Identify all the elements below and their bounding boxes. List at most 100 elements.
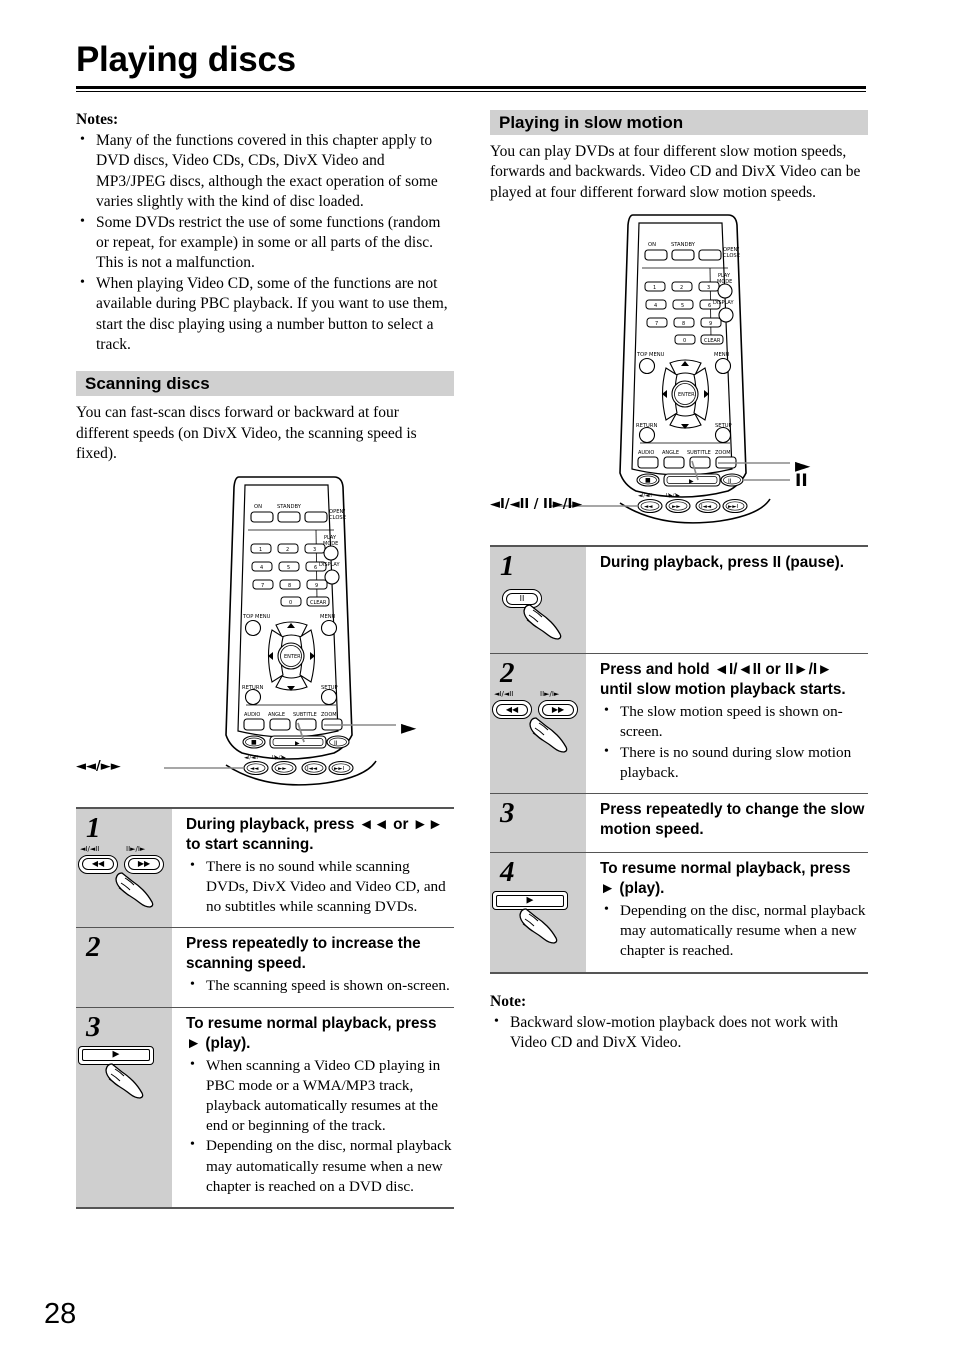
svg-text:■: ■ <box>251 739 257 746</box>
step-body: Press and hold ◄I/◄II or II►/I► until sl… <box>586 654 868 793</box>
step-body: To resume normal playback, press ► (play… <box>172 1008 454 1207</box>
step-bullets: The slow motion speed is shown on-screen… <box>600 701 866 783</box>
step-bullets: The scanning speed is shown on-screen. <box>186 975 452 996</box>
svg-text:CLEAR: CLEAR <box>310 600 327 606</box>
notes-label: Notes: <box>76 111 119 128</box>
scan-back-button-icon: ◀◀ <box>78 854 118 874</box>
section-heading-scanning-discs: Scanning discs <box>76 371 454 397</box>
svg-text:II: II <box>728 478 732 485</box>
scan-back-button-icon: ◀◀ <box>492 700 532 720</box>
scan-forward-button-icon: ▶▶ <box>124 854 164 874</box>
svg-text:AUDIO: AUDIO <box>244 712 260 718</box>
step-number: 3 <box>86 1010 101 1043</box>
svg-text:II▶/I▶: II▶/I▶ <box>272 755 286 761</box>
svg-text:MENU: MENU <box>714 352 730 358</box>
step-number-cell: 1 ◄I/◄II II►/I► ◀◀ ▶▶ <box>76 808 172 928</box>
svg-text:DISPLAY: DISPLAY <box>319 562 340 568</box>
step-bullets: When scanning a Video CD playing in PBC … <box>186 1055 452 1197</box>
svg-text:MODE: MODE <box>717 279 732 285</box>
note-item: Many of the functions covered in this ch… <box>76 130 454 213</box>
svg-text:TOP MENU: TOP MENU <box>242 614 271 620</box>
svg-text:8: 8 <box>288 583 291 589</box>
step-heading: During playback, press ◄◄ or ►► to start… <box>186 815 443 853</box>
step-heading: To resume normal playback, press ► (play… <box>186 1014 437 1052</box>
note-item: Some DVDs restrict the use of some funct… <box>76 212 454 274</box>
step-bullet: When scanning a Video CD playing in PBC … <box>186 1055 452 1137</box>
step-number: 1 <box>86 811 101 844</box>
svg-text:DISPLAY: DISPLAY <box>713 300 734 306</box>
svg-text:SUBTITLE: SUBTITLE <box>293 712 317 718</box>
section-intro-scanning: You can fast-scan discs forward or backw… <box>76 404 417 463</box>
page-number: 28 <box>44 1298 77 1330</box>
svg-text:CLOSE: CLOSE <box>329 515 346 521</box>
svg-text:◄I/◄II: ◄I/◄II <box>638 493 652 499</box>
svg-text:ZOOM: ZOOM <box>321 712 337 718</box>
step-bullets: There is no sound while scanning DVDs, D… <box>186 856 452 918</box>
right-column: Playing in slow motion You can play DVDs… <box>490 110 868 1053</box>
svg-text:ANGLE: ANGLE <box>662 450 679 456</box>
step-row: 4 ▶ To resume normal playback, press ► (… <box>490 853 868 972</box>
scan-forward-button-icon: ▶▶ <box>538 700 578 720</box>
svg-text:ZOOM: ZOOM <box>715 450 731 456</box>
svg-text:►►: ►► <box>672 504 681 510</box>
step-bullet: There is no sound during slow motion pla… <box>600 742 866 783</box>
step-number: 2 <box>86 931 101 964</box>
pointing-hand-icon <box>115 872 154 908</box>
steps-table-scanning: 1 ◄I/◄II II►/I► ◀◀ ▶▶ During playback, p… <box>76 806 454 1209</box>
step-number: 4 <box>500 856 515 889</box>
svg-text:5: 5 <box>287 565 290 571</box>
svg-text:3: 3 <box>707 285 710 291</box>
svg-text:SUBTITLE: SUBTITLE <box>687 450 711 456</box>
pointing-hand-icon <box>105 1062 144 1099</box>
svg-text:8: 8 <box>682 321 685 327</box>
svg-text:2: 2 <box>286 547 289 553</box>
svg-text:1: 1 <box>653 285 656 291</box>
step-row: 3 Press repeatedly to change the slow mo… <box>490 794 868 854</box>
svg-text:2: 2 <box>680 285 683 291</box>
svg-text:I◄◄: I◄◄ <box>701 504 712 510</box>
svg-text:◄◄: ◄◄ <box>250 766 259 772</box>
svg-text:◄I/◄II: ◄I/◄II <box>244 755 258 761</box>
step-bullet: There is no sound while scanning DVDs, D… <box>186 856 452 918</box>
step-number: 2 <box>500 657 515 690</box>
section-heading-playing-slow-motion: Playing in slow motion <box>490 110 868 135</box>
slow-motion-buttons-callout: ◄I/◄II / II►/I► <box>490 497 583 513</box>
play-button-icon: ▶ <box>78 1045 154 1065</box>
remote-illustration-slow-motion: ON STANDBY OPEN/ CLOSE 1 2 3 4 5 6 7 8 9… <box>490 203 868 533</box>
step-heading: To resume normal playback, press ► (play… <box>600 860 851 898</box>
svg-text:ENTER: ENTER <box>284 654 301 660</box>
svg-text:II: II <box>334 740 338 747</box>
remote-control-svg: ON STANDBY OPEN/ CLOSE 1 2 3 4 5 6 7 8 9… <box>550 214 790 524</box>
scan-back-mini-label: ◄I/◄II <box>80 844 100 853</box>
step-number-cell: 4 ▶ <box>490 853 586 972</box>
svg-text:▶: ▶ <box>295 740 300 747</box>
svg-text:6: 6 <box>314 565 317 571</box>
play-button-callout: ► <box>401 714 417 739</box>
step-body: To resume normal playback, press ► (play… <box>586 853 868 972</box>
step-heading: Press repeatedly to increase the scannin… <box>186 935 421 973</box>
pause-button-callout: II <box>795 471 808 492</box>
step-row: 3 ▶ To resume normal playback, press ► (… <box>76 1007 454 1207</box>
svg-text:STANDBY: STANDBY <box>277 504 302 510</box>
step-heading: Press and hold ◄I/◄II or II►/I► until sl… <box>600 661 846 699</box>
step-body: Press repeatedly to change the slow moti… <box>586 794 868 852</box>
svg-text:◄◄: ◄◄ <box>644 504 653 510</box>
note-item: Backward slow-motion playback does not w… <box>490 1012 868 1054</box>
step-row: 1 II During playback, press II (pause). <box>490 547 868 655</box>
svg-text:MODE: MODE <box>323 541 338 547</box>
svg-text:1: 1 <box>259 547 262 553</box>
svg-text:I◄◄: I◄◄ <box>307 766 318 772</box>
section-intro-slow-motion: You can play DVDs at four different slow… <box>490 143 861 201</box>
pointing-hand-icon <box>529 717 568 753</box>
step-number-cell: 2 ◄I/◄II II►/I► ◀◀ ▶▶ <box>490 654 586 794</box>
svg-text:6: 6 <box>708 303 711 309</box>
note-list: Backward slow-motion playback does not w… <box>490 1012 868 1054</box>
title-rule <box>76 86 866 92</box>
step-heading: Press repeatedly to change the slow moti… <box>600 801 865 839</box>
svg-text:ENTER: ENTER <box>678 392 695 398</box>
svg-text:▶: ▶ <box>689 478 694 485</box>
step-row: 2 Press repeatedly to increase the scann… <box>76 928 454 1008</box>
step-button-illustration: ◄I/◄II II►/I► ◀◀ ▶▶ <box>76 844 172 908</box>
svg-text:■: ■ <box>645 477 651 484</box>
step-number-cell: 1 II <box>490 547 586 654</box>
